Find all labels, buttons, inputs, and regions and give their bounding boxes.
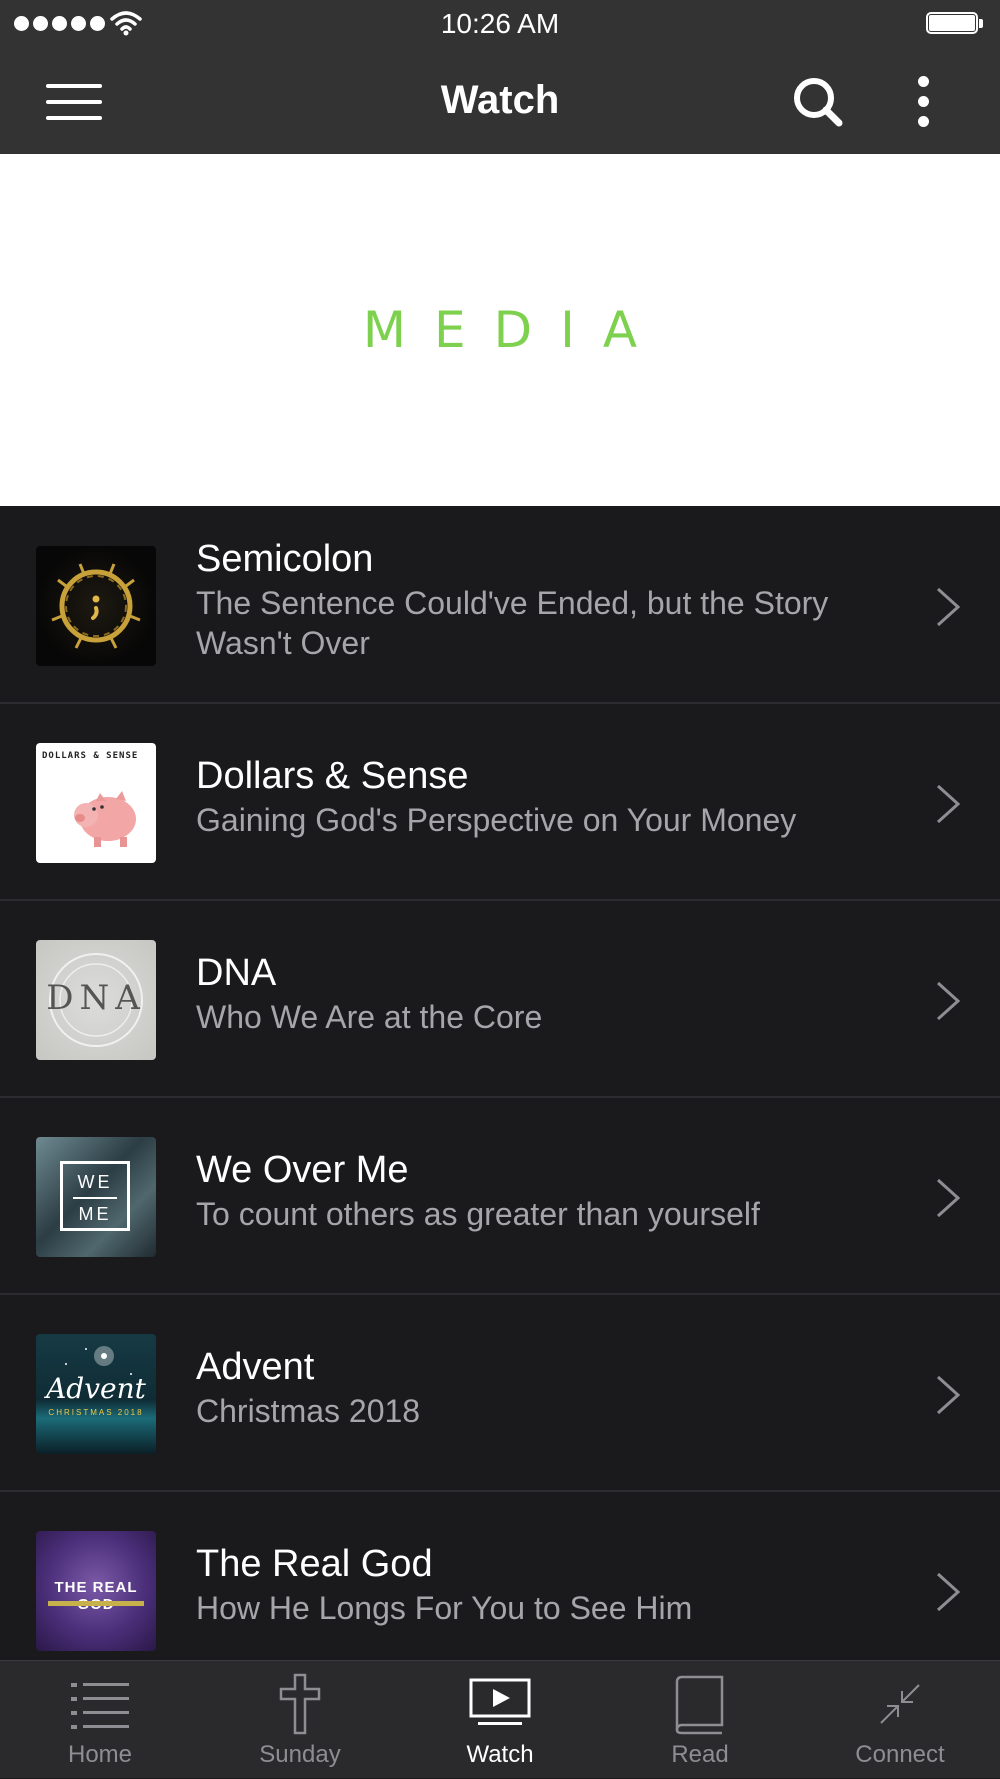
cross-icon [279,1673,321,1735]
series-subtitle: The Sentence Could've Ended, but the Sto… [196,585,829,661]
tab-home[interactable]: Home [0,1661,200,1779]
list-item[interactable]: Advent CHRISTMAS 2018 Advent Christmas 2… [0,1295,1000,1492]
list-item[interactable]: Semicolon The Sentence Could've Ended, b… [0,507,1000,704]
series-title: We Over Me [196,1149,409,1191]
thumbnail-caption-bottom: ME [78,1204,112,1224]
list-item[interactable]: DNA DNA Who We Are at the Core [0,901,1000,1098]
series-thumbnail: Advent CHRISTMAS 2018 [36,1334,156,1454]
series-title: DNA [196,952,277,994]
battery-icon [926,12,984,36]
tab-label: Connect [855,1741,945,1768]
chevron-right-icon [936,1375,961,1415]
series-subtitle: How He Longs For You to See Him [196,1590,693,1626]
tab-label: Sunday [259,1741,341,1768]
series-thumbnail: WE ME [36,1137,156,1257]
crown-of-thorns-icon [51,563,141,649]
chevron-right-icon [936,1572,961,1612]
tab-label: Home [67,1741,133,1768]
thumbnail-caption-small: CHRISTMAS 2018 [48,1408,144,1417]
media-banner: MEDIA [0,154,1000,506]
tab-label: Watch [466,1741,534,1768]
banner-title: MEDIA [362,301,666,359]
thumbnail-caption-top: WE [77,1172,113,1192]
thumbnail-caption: DNA [46,978,146,1018]
series-title: Dollars & Sense [196,755,469,797]
tab-watch[interactable]: Watch [400,1661,600,1779]
tab-label: Read [671,1741,729,1768]
list-item[interactable]: DOLLARS & SENSE Dollars & Sense Gaining … [0,704,1000,901]
thumbnail-caption: Advent [46,1372,146,1405]
tab-read[interactable]: Read [600,1661,800,1779]
piggy-bank-icon [74,791,136,847]
nav-bar: Watch [0,50,1000,154]
chevron-right-icon [936,981,961,1021]
series-title: Advent [196,1346,315,1388]
search-button[interactable] [790,74,846,130]
series-subtitle: Christmas 2018 [196,1393,421,1429]
series-subtitle: To count others as greater than yourself [196,1196,760,1232]
status-bar: 10:26 AM [0,0,1000,50]
series-thumbnail: THE REAL GOD [36,1531,156,1651]
tv-play-icon [469,1678,531,1725]
chevron-right-icon [936,784,961,824]
chevron-right-icon [936,1178,961,1218]
chevron-right-icon [936,587,961,627]
series-list: Semicolon The Sentence Could've Ended, b… [0,507,1000,1689]
tab-bar: Home Sunday Watch Read Connect [0,1660,1000,1778]
list-item[interactable]: WE ME We Over Me To count others as grea… [0,1098,1000,1295]
series-thumbnail [36,546,156,666]
connect-arrows-icon [880,1684,920,1724]
series-thumbnail: DOLLARS & SENSE [36,743,156,863]
book-icon [675,1675,724,1735]
status-time: 10:26 AM [440,8,560,39]
tab-sunday[interactable]: Sunday [200,1661,400,1779]
list-icon [71,1683,129,1729]
thumbnail-caption: THE REAL GOD [54,1579,138,1613]
more-options-button[interactable] [910,74,940,130]
series-subtitle: Gaining God's Perspective on Your Money [196,802,797,838]
tab-connect[interactable]: Connect [800,1661,1000,1779]
series-subtitle: Who We Are at the Core [196,999,543,1035]
series-thumbnail: DNA [36,940,156,1060]
search-icon [794,78,843,127]
page-title: Watch [440,78,560,122]
we-over-me-box: WE ME [60,1161,130,1231]
series-title: Semicolon [196,538,374,580]
series-title: The Real God [196,1543,433,1585]
